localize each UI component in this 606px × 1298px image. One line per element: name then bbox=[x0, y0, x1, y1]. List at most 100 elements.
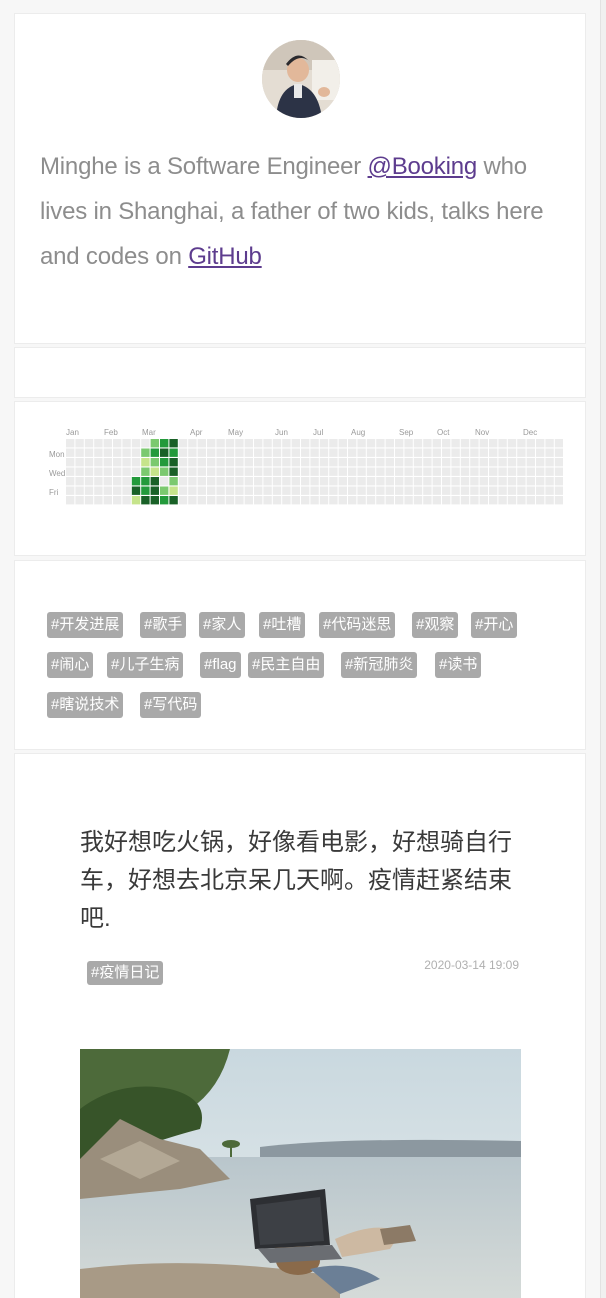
contribution-cell bbox=[310, 486, 319, 495]
tag-chip[interactable]: #代码迷思 bbox=[319, 612, 396, 638]
tag-chip[interactable]: #闹心 bbox=[47, 652, 94, 678]
contribution-cell bbox=[75, 486, 84, 495]
month-label: Dec bbox=[523, 428, 538, 437]
tag-chip[interactable]: #民主自由 bbox=[248, 652, 325, 678]
tag-chip[interactable]: #歌手 bbox=[140, 612, 187, 638]
contribution-cell bbox=[188, 467, 197, 476]
contribution-cell bbox=[357, 448, 366, 457]
contribution-cell bbox=[404, 467, 413, 476]
contribution-cell bbox=[536, 486, 545, 495]
contribution-cell bbox=[188, 458, 197, 467]
contribution-cell bbox=[517, 448, 526, 457]
month-label: Nov bbox=[475, 428, 490, 437]
contribution-cell bbox=[310, 439, 319, 448]
contribution-cell bbox=[338, 448, 347, 457]
contribution-cell bbox=[131, 467, 141, 476]
post-tag[interactable]: #疫情日记 bbox=[87, 961, 164, 985]
contribution-cell bbox=[178, 448, 188, 457]
contribution-cell bbox=[150, 477, 159, 486]
contribution-cell bbox=[84, 486, 94, 495]
contribution-cell bbox=[122, 477, 131, 486]
contribution-cell bbox=[460, 467, 470, 476]
contribution-cell bbox=[244, 448, 253, 457]
contribution-cell bbox=[451, 486, 460, 495]
contribution-cell bbox=[113, 496, 122, 505]
day-label: Mon bbox=[49, 450, 65, 459]
contribution-cell bbox=[272, 486, 282, 495]
contribution-cell bbox=[141, 467, 150, 476]
tag-chip[interactable]: #读书 bbox=[435, 652, 482, 678]
contribution-cell bbox=[470, 496, 479, 505]
contribution-cell bbox=[507, 496, 517, 505]
contribution-cell bbox=[272, 458, 282, 467]
contribution-cell bbox=[75, 496, 84, 505]
contribution-cell bbox=[131, 486, 141, 495]
contribution-cell bbox=[404, 496, 413, 505]
contribution-cell bbox=[507, 477, 517, 486]
scrollbar[interactable] bbox=[600, 0, 606, 1298]
contribution-cell bbox=[169, 486, 178, 495]
tag-chip[interactable]: #观察 bbox=[412, 612, 459, 638]
contribution-cell bbox=[536, 467, 545, 476]
contribution-cell bbox=[244, 439, 253, 448]
contribution-cell bbox=[103, 477, 112, 486]
post-timestamp[interactable]: 2020-03-14 19:09 bbox=[424, 958, 519, 972]
contribution-cell bbox=[122, 486, 131, 495]
contribution-cell bbox=[545, 467, 554, 476]
contribution-cell bbox=[451, 467, 460, 476]
tag-chip[interactable]: #写代码 bbox=[140, 692, 202, 718]
avatar[interactable] bbox=[262, 40, 340, 118]
contribution-cell bbox=[169, 477, 178, 486]
contribution-cell bbox=[207, 448, 216, 457]
contribution-cell bbox=[178, 458, 188, 467]
contribution-cell bbox=[235, 448, 244, 457]
contribution-cell bbox=[489, 448, 498, 457]
contribution-cell bbox=[84, 448, 94, 457]
profile-card: Minghe is a Software Engineer @Booking w… bbox=[14, 13, 586, 344]
tag-chip[interactable]: #开心 bbox=[471, 612, 518, 638]
contribution-cell bbox=[84, 439, 94, 448]
contribution-cell bbox=[197, 486, 206, 495]
contribution-cell bbox=[141, 486, 150, 495]
contribution-grid bbox=[66, 439, 563, 505]
contribution-cell bbox=[197, 496, 206, 505]
contribution-cell bbox=[169, 448, 178, 457]
contribution-cell bbox=[338, 496, 347, 505]
contribution-cell bbox=[507, 448, 517, 457]
employer-link[interactable]: @Booking bbox=[368, 153, 478, 180]
contribution-cell bbox=[554, 467, 563, 476]
github-link[interactable]: GitHub bbox=[188, 243, 262, 270]
contribution-cell bbox=[442, 439, 451, 448]
contribution-cell bbox=[319, 496, 329, 505]
contribution-cell bbox=[451, 496, 460, 505]
contribution-cell bbox=[225, 477, 235, 486]
contribution-cell bbox=[122, 467, 131, 476]
tag-chip[interactable]: #家人 bbox=[199, 612, 246, 638]
tag-chip[interactable]: #新冠肺炎 bbox=[341, 652, 418, 678]
contribution-cell bbox=[498, 439, 507, 448]
contribution-cell bbox=[103, 448, 112, 457]
month-label: Aug bbox=[351, 428, 366, 437]
contribution-cell bbox=[178, 439, 188, 448]
contribution-cell bbox=[395, 486, 404, 495]
contribution-cell bbox=[169, 439, 178, 448]
contribution-cell bbox=[526, 439, 535, 448]
tag-chip[interactable]: #儿子生病 bbox=[107, 652, 184, 678]
contribution-cell bbox=[404, 477, 413, 486]
contribution-cell bbox=[94, 439, 103, 448]
tag-chip[interactable]: #吐槽 bbox=[259, 612, 306, 638]
post-card: 我好想吃火锅，好像看电影，好想骑自行车，好想去北京呆几天啊。疫情赶紧结束吧. #… bbox=[14, 753, 586, 1298]
contribution-cell bbox=[348, 477, 357, 486]
contribution-cell bbox=[225, 439, 235, 448]
month-label: Feb bbox=[104, 428, 118, 437]
tag-chip[interactable]: #flag bbox=[200, 652, 241, 678]
contribution-cell bbox=[263, 439, 272, 448]
contribution-cell bbox=[282, 486, 291, 495]
tag-chip[interactable]: #开发进展 bbox=[47, 612, 124, 638]
contribution-cell bbox=[301, 458, 310, 467]
contribution-cell bbox=[235, 467, 244, 476]
tag-chip[interactable]: #瞎说技术 bbox=[47, 692, 124, 718]
contribution-cell bbox=[254, 486, 263, 495]
contribution-cell bbox=[470, 467, 479, 476]
contribution-cell bbox=[216, 467, 225, 476]
